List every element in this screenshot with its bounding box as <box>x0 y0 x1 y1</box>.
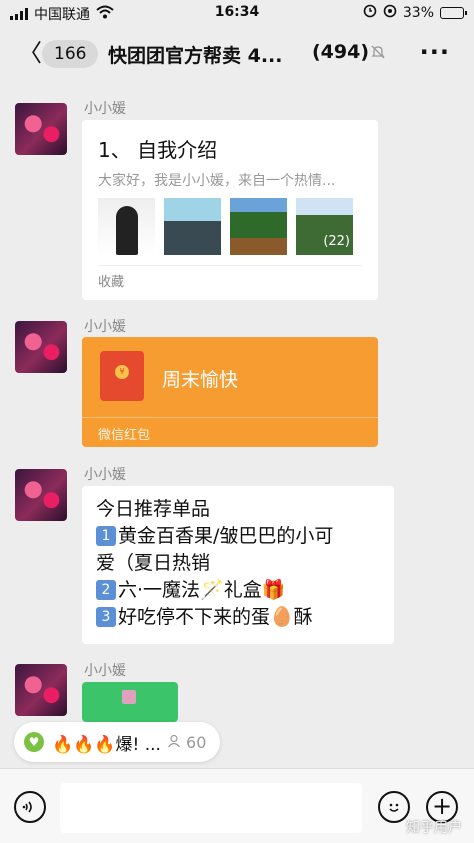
sender-name: 小小媛 <box>84 101 126 117</box>
message-line: 六·一魔法🪄礼盒🎁 <box>118 579 286 601</box>
watermark: 知乎用户 <box>406 820 462 836</box>
pinned-message-bar[interactable]: ♥ 🔥🔥🔥爆! ... 60 <box>14 722 221 762</box>
unread-badge[interactable]: 166 <box>42 40 99 68</box>
battery-icon <box>440 7 467 19</box>
status-bar: 中国联通 16:34 33% <box>0 0 474 26</box>
mini-program-card[interactable] <box>82 682 178 722</box>
keycap-one-icon: 1 <box>96 526 116 546</box>
thumbnail-image <box>98 198 155 255</box>
sender-name: 小小媛 <box>84 663 126 679</box>
article-summary: 大家好，我是小小媛，来自一个热情... <box>98 173 336 189</box>
mute-icon <box>370 44 386 64</box>
message-line: 爱（夏日热销 <box>96 552 211 574</box>
message-line: 黄金百香果/皱巴巴的小可 <box>118 525 334 547</box>
red-packet-icon: ¥ <box>100 351 144 401</box>
keycap-two-icon: 2 <box>96 580 116 600</box>
pinned-text: 🔥🔥🔥爆! ... <box>52 734 161 755</box>
red-packet-label: 微信红包 <box>98 428 151 443</box>
member-count: (494) <box>312 41 370 63</box>
keycap-three-icon: 3 <box>96 607 116 627</box>
sender-name: 小小媛 <box>84 467 126 483</box>
message-line: 好吃停不下来的蛋🥚酥 <box>118 606 313 628</box>
heart-icon: ♥ <box>24 732 44 752</box>
thumbnail-image: (22) <box>296 198 353 255</box>
thumbnail-image <box>230 198 287 255</box>
image-count: (22) <box>323 234 350 249</box>
red-packet[interactable]: ¥ 周末愉快 微信红包 <box>82 337 378 447</box>
article-thumbnails: (22) <box>98 198 353 255</box>
chat-header: 〈 166 快团团官方帮卖 4... (494) ··· <box>0 26 474 80</box>
more-icon[interactable]: ··· <box>420 38 450 66</box>
person-icon <box>167 734 180 747</box>
red-packet-title: 周末愉快 <box>162 369 239 391</box>
message-input[interactable] <box>60 783 362 833</box>
message-line: 今日推荐单品 <box>96 498 211 520</box>
mini-program-icon <box>122 690 136 704</box>
avatar[interactable] <box>15 664 67 716</box>
article-title: 1、 自我介绍 <box>98 138 218 162</box>
divider <box>82 417 378 418</box>
pinned-people-count: 60 <box>186 732 207 752</box>
alarm-icon-2 <box>383 4 397 22</box>
alarm-icon <box>363 4 377 22</box>
input-bar: + 知乎用户 <box>0 768 474 843</box>
card-source: 收藏 <box>98 275 125 290</box>
chat-title: 快团团官方帮卖 4... <box>108 45 283 67</box>
divider <box>98 265 362 266</box>
back-icon[interactable]: 〈 <box>18 40 42 66</box>
battery-percent: 33% <box>402 5 434 21</box>
avatar[interactable] <box>15 469 67 521</box>
thumbnail-image <box>164 198 221 255</box>
text-message[interactable]: 今日推荐单品 1 黄金百香果/皱巴巴的小可 爱（夏日热销 2 六·一魔法🪄礼盒🎁 3… <box>82 486 394 644</box>
avatar[interactable] <box>15 103 67 155</box>
avatar[interactable] <box>15 321 67 373</box>
sender-name: 小小媛 <box>84 319 126 335</box>
voice-icon[interactable] <box>14 791 46 823</box>
article-card[interactable]: 1、 自我介绍 大家好，我是小小媛，来自一个热情... (22) 收藏 <box>82 120 378 300</box>
